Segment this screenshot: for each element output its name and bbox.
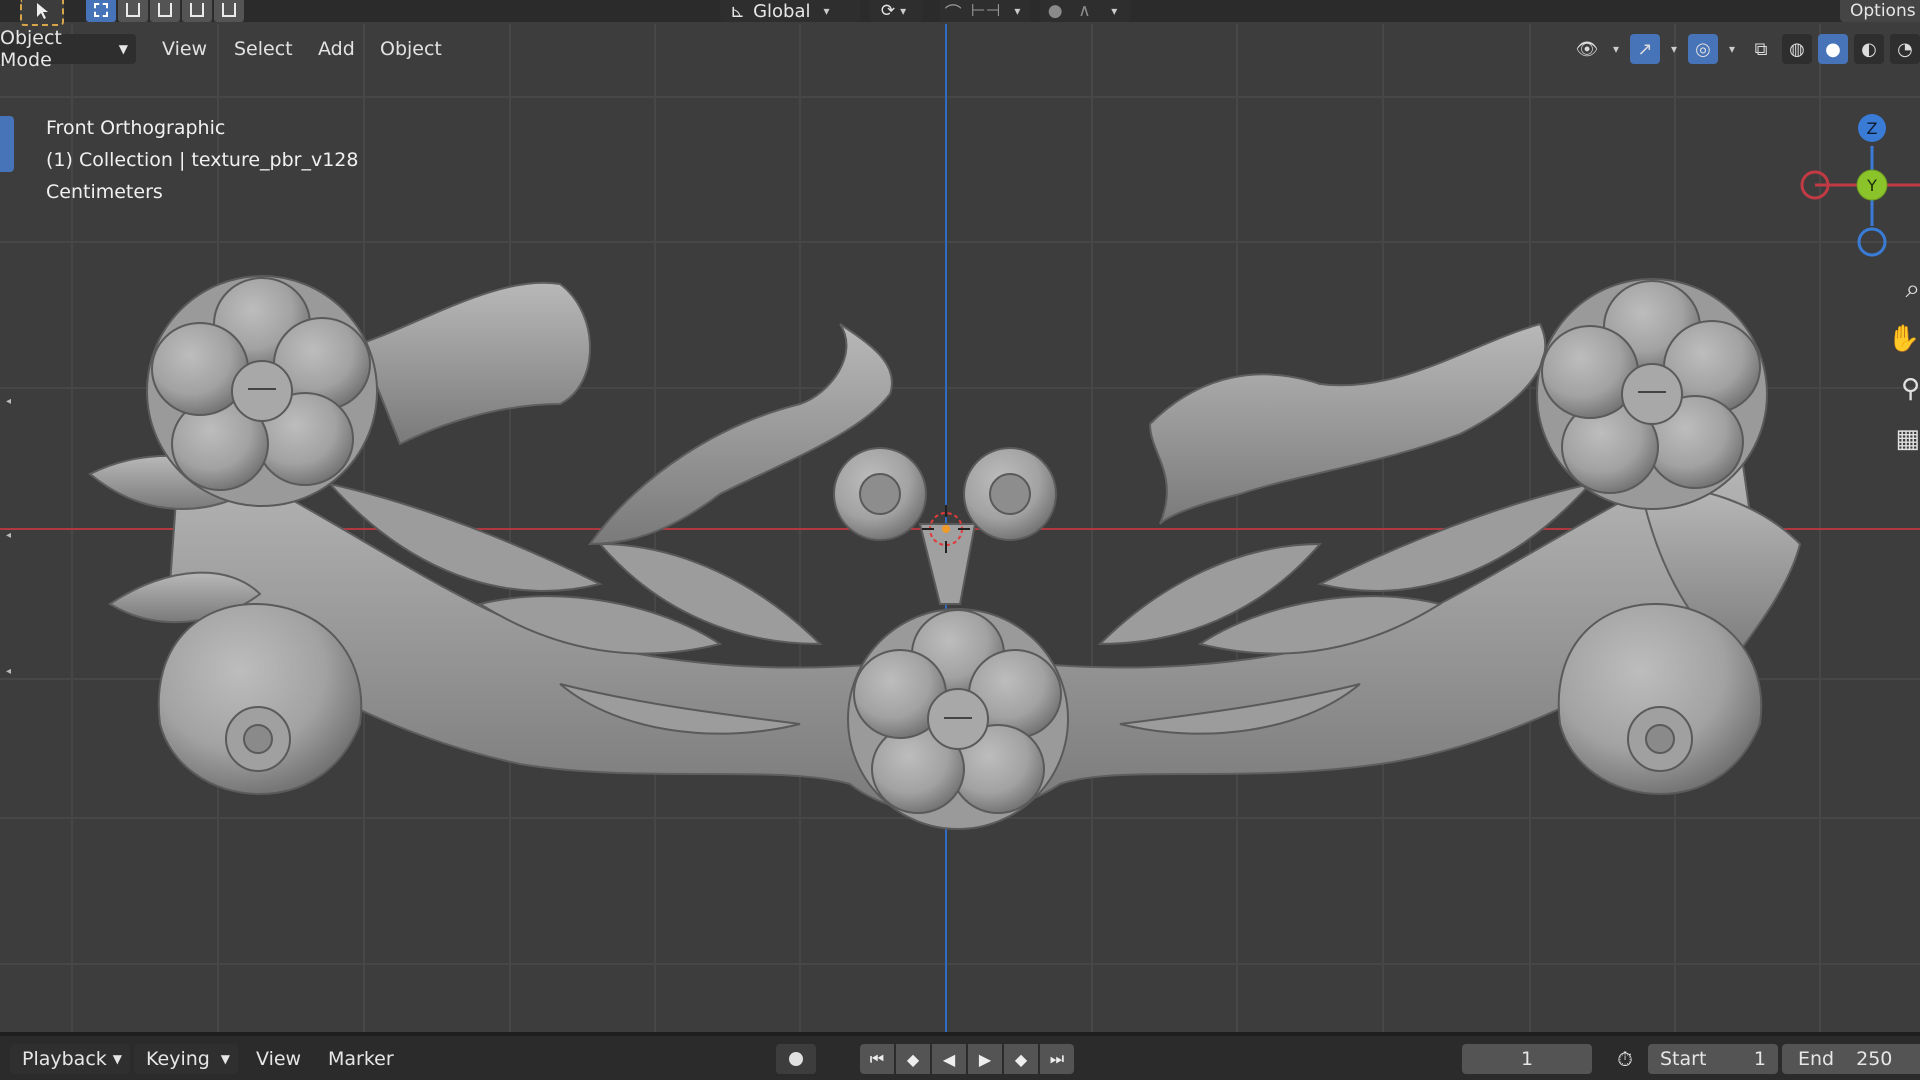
viewport-header: Object Mode ▼ View Select Add Object 👁 ▾…	[0, 27, 1920, 71]
xray-icon[interactable]: ⧉	[1746, 34, 1776, 64]
timeline-header: Playback ▼ Keying ▼ View Marker ⏮ ◆ ◀ ▶ …	[0, 1032, 1920, 1080]
play-button[interactable]: ▶	[968, 1044, 1002, 1074]
jump-start-button[interactable]: ⏮	[860, 1044, 894, 1074]
toolbar-toggle[interactable]	[0, 116, 14, 172]
options-button[interactable]: Options	[1840, 0, 1920, 22]
collapse-arrow-icon[interactable]: ◂	[6, 666, 12, 677]
end-value: 250	[1856, 1048, 1893, 1070]
neg-z-axis-button	[1857, 227, 1887, 257]
snap-increment-icon: ⊢⊣	[970, 1, 1001, 21]
navigation-tools: ⌕ ✋ ⚲ ▦	[1888, 264, 1920, 464]
record-icon	[789, 1052, 803, 1066]
grid-icon[interactable]: ▦	[1890, 414, 1920, 464]
navigation-gizmo[interactable]: Z Y	[1780, 114, 1920, 264]
chevron-down-icon[interactable]: ▾	[1724, 42, 1740, 56]
menu-select[interactable]: Select	[234, 34, 293, 64]
select-intersect-button[interactable]	[214, 0, 244, 22]
menu-add[interactable]: Add	[318, 34, 355, 64]
left-flower	[146, 275, 378, 507]
current-frame-field[interactable]: 1	[1462, 1044, 1592, 1074]
collapse-arrow-icon[interactable]: ◂	[6, 530, 12, 541]
falloff-icon: ∧	[1078, 1, 1091, 21]
chevron-down-icon: ▾	[900, 4, 907, 18]
orientation-icon: ⊾	[730, 0, 746, 22]
mode-label: Object Mode	[0, 27, 62, 71]
solid-shading-icon[interactable]: ●	[1818, 34, 1848, 64]
chevron-down-icon: ▾	[1014, 4, 1021, 18]
end-label: End	[1798, 1048, 1835, 1070]
select-tool-button[interactable]	[20, 0, 64, 26]
pivot-icon: ⟳	[880, 1, 896, 21]
keying-dropdown[interactable]: Keying ▼	[134, 1044, 238, 1074]
playback-controls: ⏮ ◆ ◀ ▶ ◆ ⏭	[860, 1044, 1074, 1074]
menu-object[interactable]: Object	[380, 34, 442, 64]
selection-mode-group	[86, 0, 244, 22]
transform-orientation-dropdown[interactable]: ⊾ Global ▾	[720, 0, 860, 22]
wireframe-shading-icon[interactable]: ◍	[1782, 34, 1812, 64]
overlays-icon[interactable]: ◎	[1688, 34, 1718, 64]
proportional-edit-icon: ●	[1047, 1, 1063, 21]
zoom-icon[interactable]: ⌕	[1890, 264, 1920, 314]
left-bud	[157, 602, 363, 796]
right-bud	[1557, 602, 1763, 796]
pivot-point-dropdown[interactable]: ⟳ ▾	[870, 0, 922, 22]
prev-keyframe-button[interactable]: ◆	[896, 1044, 930, 1074]
record-button[interactable]	[776, 1044, 816, 1074]
orientation-label: Global	[753, 0, 811, 22]
y-axis-label: Y	[1866, 176, 1877, 195]
material-shading-icon[interactable]: ◐	[1854, 34, 1884, 64]
pan-hand-icon[interactable]: ✋	[1888, 314, 1920, 364]
keying-label: Keying	[146, 1048, 210, 1070]
select-intersect-icon	[222, 3, 236, 17]
select-subtract-button[interactable]	[150, 0, 180, 22]
select-invert-icon	[190, 3, 204, 17]
cursor-icon	[37, 3, 48, 19]
select-new-button[interactable]	[86, 0, 116, 22]
timeline-menu-marker[interactable]: Marker	[328, 1044, 394, 1074]
timeline-menu-view[interactable]: View	[256, 1044, 301, 1074]
select-invert-button[interactable]	[182, 0, 212, 22]
interaction-mode-dropdown[interactable]: Object Mode ▼	[0, 27, 136, 71]
right-flower	[1536, 278, 1768, 510]
chevron-down-icon: ▼	[220, 1052, 230, 1066]
collection-info: (1) Collection | texture_pbr_v128	[46, 149, 359, 171]
view-name: Front Orthographic	[46, 117, 226, 139]
play-reverse-button[interactable]: ◀	[932, 1044, 966, 1074]
select-extend-icon	[126, 3, 140, 17]
start-value: 1	[1753, 1048, 1766, 1070]
gizmo-toggle-icon[interactable]: ↗	[1630, 34, 1660, 64]
playback-label: Playback	[22, 1048, 107, 1070]
collapse-arrow-icon[interactable]: ◂	[6, 396, 12, 407]
start-frame-field[interactable]: Start 1	[1648, 1044, 1778, 1074]
rendered-shading-icon[interactable]: ◔	[1890, 34, 1920, 64]
z-axis-label: Z	[1867, 119, 1878, 138]
snap-group[interactable]: ⌒ ⊢⊣ ▾	[940, 0, 1030, 24]
chevron-down-icon: ▾	[1111, 4, 1118, 18]
chevron-down-icon[interactable]: ▾	[1608, 42, 1624, 56]
next-keyframe-button[interactable]: ◆	[1004, 1044, 1038, 1074]
center-flower	[847, 608, 1069, 830]
3d-viewport[interactable]: ◂ ◂ ◂ Front Orthographic (1) Collection …	[0, 24, 1920, 1032]
visibility-eye-icon[interactable]: 👁	[1572, 34, 1602, 64]
jump-end-button[interactable]: ⏭	[1040, 1044, 1074, 1074]
chevron-down-icon: ▼	[112, 1052, 122, 1066]
end-frame-field[interactable]: End 250	[1782, 1044, 1920, 1074]
playback-dropdown[interactable]: Playback ▼	[10, 1044, 130, 1074]
camera-icon[interactable]: ⚲	[1890, 364, 1920, 414]
menu-view[interactable]: View	[162, 34, 207, 64]
stopwatch-icon[interactable]: ⏱	[1610, 1044, 1640, 1074]
select-subtract-icon	[158, 3, 172, 17]
chevron-down-icon: ▾	[823, 4, 830, 18]
viewport-info-overlay: Front Orthographic (1) Collection | text…	[46, 112, 358, 208]
select-box-icon	[94, 3, 108, 17]
select-extend-button[interactable]	[118, 0, 148, 22]
proportional-editing-group[interactable]: ● ∧ ▾	[1040, 0, 1130, 22]
tool-header: ⊾ Global ▾ ⟳ ▾ ⌒ ⊢⊣ ▾ ● ∧ ▾ Options	[0, 0, 1920, 26]
snap-icon: ⌒	[944, 3, 962, 24]
start-label: Start	[1660, 1048, 1707, 1070]
viewport-header-right: 👁 ▾ ↗ ▾ ◎ ▾ ⧉ ◍ ● ◐ ◔	[1572, 34, 1920, 64]
unit-system: Centimeters	[46, 181, 163, 203]
chevron-down-icon: ▼	[118, 42, 128, 56]
chevron-down-icon[interactable]: ▾	[1666, 42, 1682, 56]
